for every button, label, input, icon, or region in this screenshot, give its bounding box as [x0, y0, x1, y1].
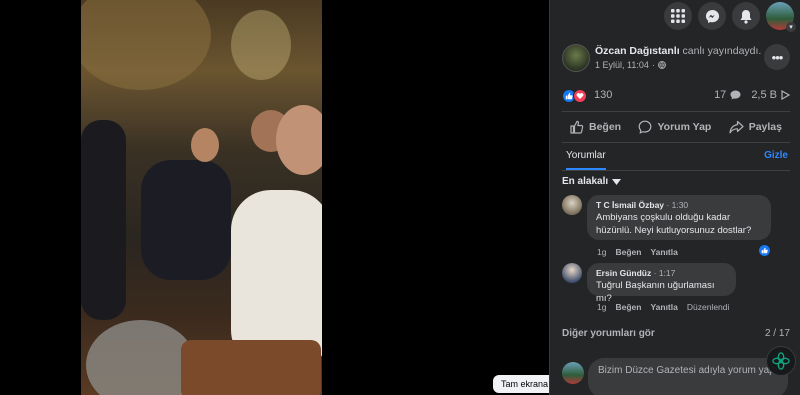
reaction-icons[interactable]: [562, 89, 587, 103]
assistant-extension-button[interactable]: [766, 346, 796, 376]
comment-reply-button[interactable]: Yanıtla: [650, 302, 677, 312]
scene-person-center: [141, 160, 231, 280]
play-icon: [781, 90, 790, 100]
comment-button-label: Yorum Yap: [657, 121, 712, 133]
comment-edited-label[interactable]: Düzenlendi: [687, 302, 730, 312]
caret-down-icon: [612, 178, 622, 185]
reactions-bar: 130 17 2,5 B: [562, 88, 790, 104]
post-meta: 1 Eylül, 11:04 ·: [595, 60, 666, 70]
top-nav-icons: ▾: [664, 2, 796, 32]
comment-reply-button[interactable]: Yanıtla: [650, 247, 677, 257]
comment-video-time[interactable]: 1:17: [659, 268, 676, 278]
scene-table: [181, 340, 321, 395]
divider: [562, 142, 790, 143]
like-button-label: Beğen: [589, 121, 622, 133]
tab-comments[interactable]: Yorumlar: [566, 150, 606, 161]
comment-actions: 1g Beğen Yanıtla Düzenlendi: [597, 302, 729, 312]
composer-avatar[interactable]: [562, 362, 584, 384]
more-comments: Diğer yorumları gör 2 / 17: [562, 328, 790, 339]
comment-actions: 1g Beğen Yanıtla: [597, 247, 678, 257]
divider: [562, 170, 790, 171]
post-side-panel: ▾ Özcan Dağıstanlı canlı yayındaydı. 1 E…: [549, 0, 800, 395]
share-button-label: Paylaş: [748, 121, 782, 133]
comment-age[interactable]: 1g: [597, 247, 606, 257]
comment-bubble: T C İsmail Özbay · 1:30 Ambiyans çoşkulu…: [587, 195, 771, 240]
live-video-frame[interactable]: [81, 0, 322, 395]
comment-age[interactable]: 1g: [597, 302, 606, 312]
chevron-down-icon: ▾: [786, 22, 796, 32]
scene-person-left: [81, 120, 126, 320]
sort-label: En alakalı: [562, 176, 609, 187]
post-action-text: canlı yayındaydı.: [682, 45, 762, 57]
menu-grid-button[interactable]: [664, 2, 692, 30]
more-horizontal-icon: •••: [771, 49, 784, 65]
commenter-avatar[interactable]: [562, 263, 582, 283]
share-button[interactable]: Paylaş: [721, 117, 790, 137]
commenter-name[interactable]: Ersin Gündüz: [596, 268, 651, 278]
notifications-button[interactable]: [732, 2, 760, 30]
scene-ice-bucket: [86, 320, 196, 395]
comment-count[interactable]: 17: [714, 89, 726, 101]
post-action-bar: Beğen Yorum Yap Paylaş: [562, 117, 790, 137]
comments-pagination: 2 / 17: [764, 328, 790, 339]
comment-text: Ambiyans çoşkulu olduğu kadar hüzünlü. N…: [596, 212, 752, 236]
comments-tabs: Yorumlar Gizle: [566, 150, 788, 170]
messenger-button[interactable]: [698, 2, 726, 30]
reaction-count[interactable]: 130: [594, 89, 612, 101]
comment-bubble-icon: [730, 90, 741, 100]
comment-like-button[interactable]: Beğen: [615, 302, 641, 312]
comment-bubble: Ersin Gündüz · 1:17 Tuğrul Başkanın uğur…: [587, 263, 736, 304]
flower-icon: [772, 352, 790, 370]
scene-light: [231, 10, 291, 80]
comment-input[interactable]: Bizim Düzce Gazetesi adıyla yorum yap: [588, 358, 788, 395]
comment-item: Ersin Gündüz · 1:17 Tuğrul Başkanın uğur…: [562, 263, 790, 315]
commenter-name[interactable]: T C İsmail Özbay: [596, 200, 664, 210]
post-header: Özcan Dağıstanlı canlı yayındaydı. 1 Eyl…: [562, 44, 790, 74]
fullscreen-tooltip: Tam ekrana geç: [493, 375, 549, 393]
account-avatar[interactable]: ▾: [766, 2, 796, 32]
bell-icon: [740, 9, 752, 24]
commenter-avatar[interactable]: [562, 195, 582, 215]
comment-like-button[interactable]: Beğen: [615, 247, 641, 257]
messenger-icon: [705, 9, 719, 23]
view-more-comments-button[interactable]: Diğer yorumları gör: [562, 328, 655, 339]
video-player[interactable]: Tam ekrana geç: [0, 0, 549, 395]
sort-comments-dropdown[interactable]: En alakalı: [562, 176, 622, 187]
comment-video-time[interactable]: 1:30: [672, 200, 689, 210]
scene-awning: [81, 0, 211, 90]
scene-face-front: [276, 105, 322, 175]
comment-header: T C İsmail Özbay · 1:30: [596, 200, 689, 210]
grid-icon: [671, 9, 685, 23]
scene-face-center: [191, 128, 219, 162]
post-timestamp[interactable]: 1 Eylül, 11:04: [595, 60, 649, 70]
post-title-line: Özcan Dağıstanlı canlı yayındaydı.: [595, 45, 761, 57]
hide-comments-button[interactable]: Gizle: [764, 150, 788, 161]
author-name[interactable]: Özcan Dağıstanlı: [595, 45, 680, 57]
comment-header: Ersin Gündüz · 1:17: [596, 268, 676, 278]
view-count[interactable]: 2,5 B: [751, 89, 777, 101]
comment-button[interactable]: Yorum Yap: [630, 117, 719, 137]
comment-item: T C İsmail Özbay · 1:30 Ambiyans çoşkulu…: [562, 195, 790, 265]
divider: [562, 111, 790, 112]
post-options-button[interactable]: •••: [764, 44, 790, 70]
globe-icon: [657, 61, 666, 69]
author-avatar[interactable]: [562, 44, 590, 72]
share-icon: [729, 120, 744, 134]
thumbs-up-icon: [570, 120, 584, 134]
comment-icon: [639, 120, 652, 134]
engagement-stats: 17 2,5 B: [714, 89, 790, 101]
comment-like-reaction-icon[interactable]: [758, 244, 771, 257]
like-button[interactable]: Beğen: [562, 117, 629, 137]
love-reaction-icon: [573, 89, 587, 103]
